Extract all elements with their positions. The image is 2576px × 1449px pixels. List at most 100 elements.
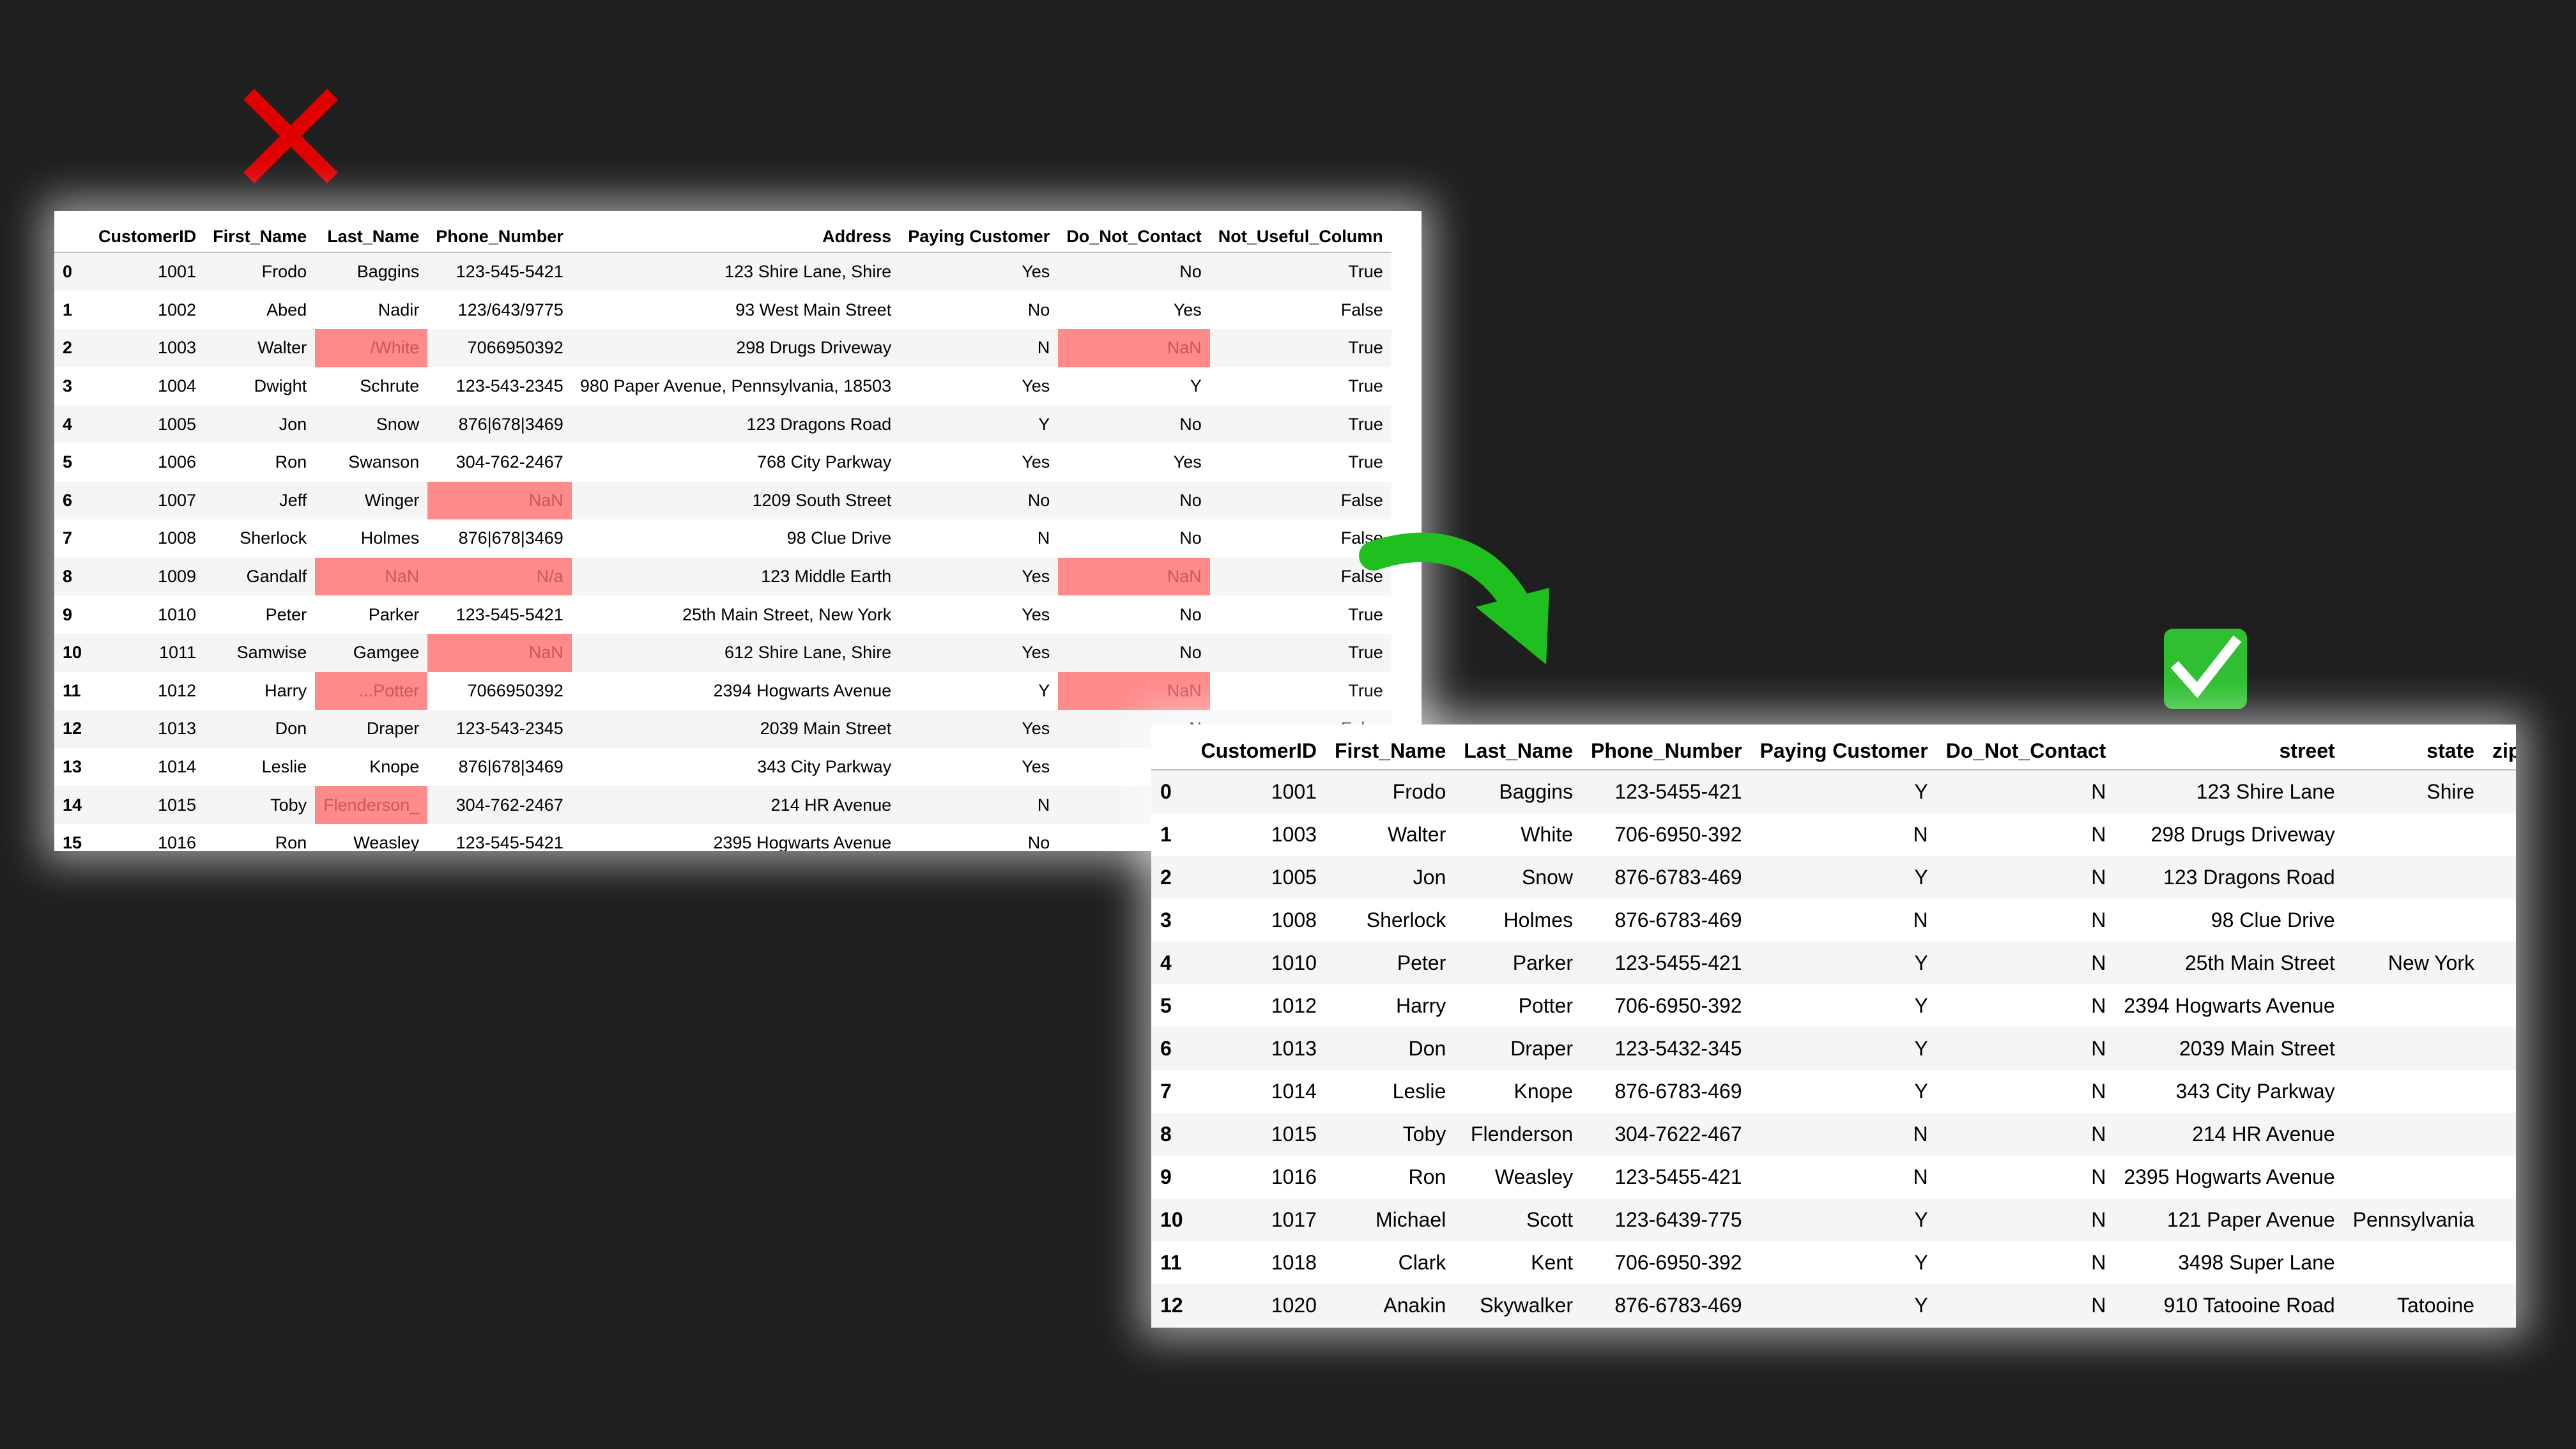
table-cell: Y	[1038, 680, 1050, 700]
table-cell: N	[2091, 1123, 2106, 1146]
table-cell: White	[1521, 823, 1573, 846]
table-cell: Swanson	[348, 452, 420, 472]
column-header: Do_Not_Contact	[1936, 724, 2115, 770]
row-index: 4	[1160, 951, 1172, 974]
table-cell: Pennsylvania	[2352, 1208, 2474, 1231]
table-cell: 1001	[1271, 780, 1317, 803]
table-cell: Knope	[369, 757, 420, 777]
row-index: 5	[1160, 994, 1172, 1017]
table-cell	[2483, 770, 2516, 813]
table-cell: Shire	[2426, 780, 2474, 803]
table-cell: 98 Clue Drive	[786, 528, 892, 548]
table-cell: Yes	[1022, 643, 1050, 663]
table-cell: Yes	[1022, 376, 1050, 396]
table-row: 9 1010 Peter Parker 123-545-5421 25th Main St…	[54, 595, 1392, 634]
row-index: 11	[1160, 1251, 1182, 1274]
table-cell	[2483, 1156, 2516, 1199]
row-index: 4	[63, 414, 73, 434]
table-cell: Baggins	[1499, 780, 1573, 803]
table-cell: Snow	[376, 414, 420, 434]
row-index: 0	[63, 262, 73, 282]
table-cell: 1012	[1271, 994, 1317, 1017]
table-cell	[2344, 813, 2483, 856]
table-cell: NaN	[315, 557, 428, 596]
table-cell: Knope	[1514, 1080, 1573, 1103]
row-index: 7	[63, 528, 73, 548]
table-cell: Frodo	[1392, 780, 1446, 803]
table-cell: N	[2091, 1251, 2106, 1274]
table-cell	[2483, 942, 2516, 985]
table-cell: 2394 Hogwarts Avenue	[2124, 994, 2335, 1017]
table-cell: NaN	[427, 633, 572, 672]
table-cell: N	[2091, 1294, 2106, 1317]
table-cell	[2483, 1241, 2516, 1284]
table-cell: 1003	[158, 338, 197, 358]
table-cell: Gandalf	[246, 567, 307, 586]
table-row: 7 1014 Leslie Knope 876-6783-469 Y N 343 City P…	[1151, 1070, 2516, 1113]
table-cell	[2483, 1284, 2516, 1327]
table-cell: 1006	[158, 452, 197, 472]
table-cell: 123 Dragons Road	[746, 414, 892, 434]
table-cell	[2483, 985, 2516, 1027]
table-cell: New York	[2388, 951, 2474, 974]
row-index: 3	[1160, 908, 1172, 931]
table-cell: 121 Paper Avenue	[2166, 1208, 2335, 1231]
table-cell: Y	[1914, 1208, 1928, 1231]
table-cell: 1016	[158, 833, 197, 851]
row-index: 7	[1160, 1080, 1172, 1103]
table-cell: Ron	[275, 452, 307, 472]
table-cell: 876-6783-469	[1614, 1080, 1742, 1103]
table-cell: Don	[275, 719, 307, 739]
table-cell: N	[1037, 795, 1050, 815]
table-cell	[2344, 1241, 2483, 1284]
table-cell	[2344, 985, 2483, 1027]
table-row: 1 1003 Walter White 706-6950-392 N N 298 Drugs …	[1151, 813, 2516, 856]
table-cell: /White	[315, 329, 428, 367]
column-header: street	[2115, 724, 2344, 770]
table-cell: Weasley	[353, 833, 420, 851]
red-x-icon	[243, 89, 338, 183]
table-cell: Y	[1914, 866, 1928, 889]
table-row: 4 1010 Peter Parker 123-5455-421 Y N 25th Main …	[1151, 942, 2516, 985]
table-cell: Anakin	[1383, 1294, 1446, 1317]
table-cell	[2344, 1156, 2483, 1199]
table-cell: 1015	[158, 795, 197, 815]
row-index: 9	[1160, 1165, 1172, 1188]
row-index: 8	[1160, 1123, 1172, 1146]
table-cell: Harry	[1396, 994, 1446, 1017]
table-cell: 612 Shire Lane, Shire	[724, 643, 892, 663]
table-cell: N	[2091, 1208, 2106, 1231]
table-cell: True	[1348, 414, 1383, 434]
table-cell: 123 Middle Earth	[761, 567, 892, 586]
table-row: 5 1006 Ron Swanson 304-762-2467 768 City Park…	[54, 443, 1392, 482]
table-cell: No	[1179, 414, 1202, 434]
table-cell: N	[2091, 908, 2106, 931]
table-row: 6 1007 Jeff Winger NaN 1209 South Street No No F…	[54, 481, 1392, 520]
table-cell: 980 Paper Avenue, Pennsylvania, 18503	[579, 376, 892, 396]
table-cell: 1018	[1271, 1251, 1317, 1274]
table-cell: Draper	[1510, 1037, 1573, 1060]
table-cell: Potter	[1518, 994, 1573, 1017]
table-cell: 123-545-5421	[456, 833, 564, 851]
row-index: 10	[1160, 1208, 1183, 1231]
table-cell: 2395 Hogwarts Avenue	[713, 833, 892, 851]
table-cell: Y	[1914, 1294, 1928, 1317]
table-cell: Parker	[368, 604, 420, 624]
table-cell: 2039 Main Street	[760, 719, 892, 739]
table-cell: 1001	[158, 262, 197, 282]
table-cell: 1009	[158, 567, 197, 586]
table-row: 3 1008 Sherlock Holmes 876-6783-469 N N 98 Clue…	[1151, 899, 2516, 942]
table-cell: 304-7622-467	[1614, 1123, 1742, 1146]
table-cell: 2395 Hogwarts Avenue	[2124, 1165, 2335, 1188]
table-cell: N	[2091, 1165, 2106, 1188]
table-cell: NaN	[427, 481, 572, 520]
table-cell: Baggins	[356, 262, 420, 282]
row-index: 1	[63, 300, 73, 319]
table-cell: 1020	[1271, 1294, 1317, 1317]
table-cell: 304-762-2467	[456, 452, 564, 472]
table-cell: Kent	[1531, 1251, 1573, 1274]
table-cell: Peter	[265, 604, 307, 624]
row-index: 14	[63, 795, 82, 815]
table-row: 0 1001 Frodo Baggins 123-545-5421 123 Shire L…	[54, 252, 1392, 291]
table-row: 9 1016 Ron Weasley 123-5455-421 N N 2395 Hogwar…	[1151, 1156, 2516, 1199]
